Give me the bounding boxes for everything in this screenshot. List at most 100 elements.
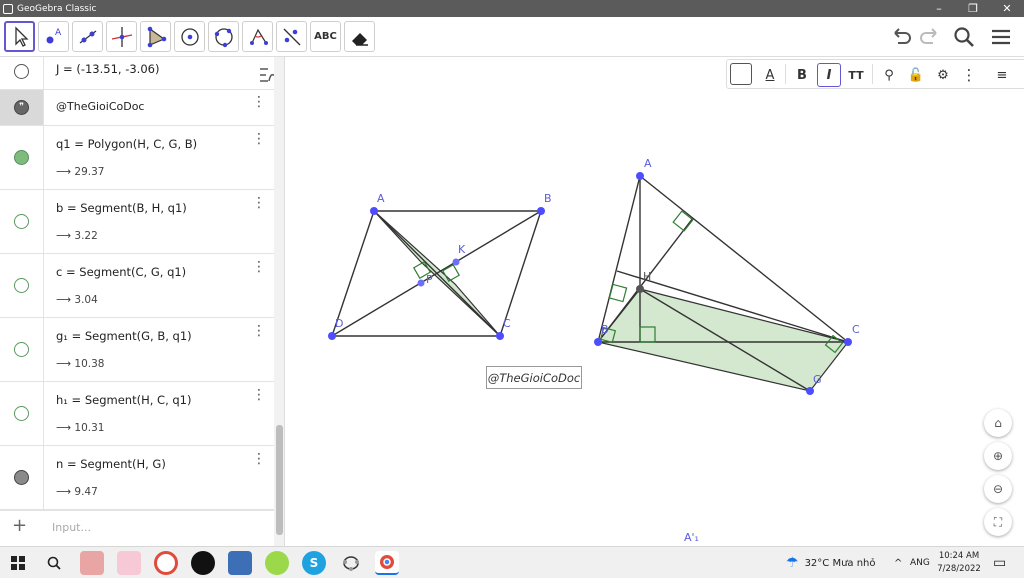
visibility-toggle[interactable] [14, 342, 29, 357]
chrome-active-icon[interactable] [375, 551, 399, 575]
point-B[interactable] [594, 338, 602, 346]
visibility-toggle[interactable] [14, 470, 29, 485]
text-color-button[interactable]: A [758, 63, 782, 87]
scrollbar-thumb[interactable] [276, 425, 283, 535]
gear-icon[interactable]: ⚙ [931, 63, 955, 87]
zoom-in-icon[interactable]: ⊕ [984, 442, 1012, 470]
graphics-menu-icon[interactable]: ≡ [990, 63, 1014, 87]
reflect-tool-button[interactable] [276, 21, 307, 52]
visibility-toggle[interactable] [14, 406, 29, 421]
algebra-definition: b = Segment(B, H, q1) [56, 201, 187, 215]
circle-three-points-icon [214, 27, 233, 47]
algebra-row-g1[interactable]: g₁ = Segment(G, B, q1) ⟶ 10.38 ⋮ [0, 318, 274, 382]
point-B[interactable] [537, 207, 545, 215]
app-icon-1[interactable] [80, 551, 104, 575]
close-button[interactable]: ✕ [990, 0, 1024, 17]
algebra-value: ⟶ 10.38 [56, 358, 105, 370]
geometry-canvas[interactable]: A B C D K P A H B C G A'₁ [292, 57, 1024, 546]
algebra-definition: h₁ = Segment(H, C, q1) [56, 393, 192, 407]
app-icon-2[interactable] [265, 551, 289, 575]
undo-button[interactable] [886, 22, 916, 52]
point-H[interactable] [636, 285, 644, 293]
main-menu-button[interactable] [985, 22, 1017, 52]
algebra-row-h1[interactable]: h₁ = Segment(H, C, q1) ⟶ 10.31 ⋮ [0, 382, 274, 446]
paint-app-icon[interactable] [117, 551, 141, 575]
more-options-icon[interactable]: ⋮ [252, 196, 266, 210]
more-options-icon[interactable]: ⋮ [957, 63, 981, 87]
algebra-definition: @TheGioiCoDoc [56, 100, 145, 113]
lock-icon[interactable]: 🔓 [904, 63, 928, 87]
bold-button[interactable]: B [790, 63, 814, 87]
weather-widget[interactable]: ☂ 32°C Mưa nhỏ [786, 547, 876, 578]
point-icon: A [46, 28, 62, 43]
polygon-tool-button[interactable] [140, 21, 171, 52]
windows-taskbar: S ☂ 32°C Mưa nhỏ ^ ANG 10:24 AM 7/28/202… [0, 546, 1024, 578]
search-icon[interactable] [42, 551, 66, 575]
graphics-view[interactable]: A B C D K P A H B C G A'₁ @TheGioiCoDoc … [292, 57, 1024, 546]
more-options-icon[interactable]: ⋮ [252, 388, 266, 402]
algebra-row-b[interactable]: b = Segment(B, H, q1) ⟶ 3.22 ⋮ [0, 190, 274, 254]
redo-button[interactable] [915, 22, 945, 52]
point-A[interactable] [636, 172, 644, 180]
triangle-figure: A H B C G [594, 157, 860, 395]
background-color-button[interactable] [730, 63, 752, 85]
notification-icon[interactable]: ▭ [993, 547, 1006, 578]
more-options-icon[interactable]: ⋮ [252, 132, 266, 146]
circle-tool-button[interactable] [174, 21, 205, 52]
eraser-tool-button[interactable] [344, 21, 375, 52]
visibility-toggle[interactable] [14, 214, 29, 229]
skype-icon[interactable]: S [302, 551, 326, 575]
point-D[interactable] [328, 332, 336, 340]
point-K[interactable] [452, 258, 460, 266]
algebra-row-text[interactable]: ❞ @TheGioiCoDoc ⋮ [0, 90, 274, 126]
chrome-icon[interactable] [154, 551, 178, 575]
algebra-row-q1[interactable]: q1 = Polygon(H, C, G, B) ⟶ 29.37 ⋮ [0, 126, 274, 190]
restore-button[interactable]: ❐ [956, 0, 990, 17]
point-G[interactable] [806, 387, 814, 395]
more-options-icon[interactable]: ⋮ [252, 324, 266, 338]
algebra-row-c[interactable]: c = Segment(C, G, q1) ⟶ 3.04 ⋮ [0, 254, 274, 318]
plus-icon[interactable]: + [12, 515, 27, 536]
point-C[interactable] [496, 332, 504, 340]
line-tool-button[interactable] [72, 21, 103, 52]
more-options-icon[interactable]: ⋮ [252, 95, 266, 109]
quote-icon[interactable]: ❞ [14, 100, 29, 115]
more-options-icon[interactable]: ⋮ [252, 452, 266, 466]
visibility-toggle[interactable] [14, 64, 29, 79]
algebra-row-n[interactable]: n = Segment(H, G) ⟶ 9.47 ⋮ [0, 446, 274, 510]
point-tool-button[interactable]: A [38, 21, 69, 52]
clock[interactable]: 10:24 AM 7/28/2022 [930, 550, 988, 576]
tiktok-icon[interactable] [191, 551, 215, 575]
text-tool-button[interactable]: ABC [310, 21, 341, 52]
point-P[interactable] [417, 279, 425, 287]
geogebra-app-icon[interactable] [339, 551, 363, 575]
circle-three-points-tool-button[interactable] [208, 21, 239, 52]
home-icon[interactable]: ⌂ [984, 409, 1012, 437]
point-C[interactable] [844, 338, 852, 346]
chevron-up-icon[interactable]: ^ [894, 547, 902, 578]
language-indicator[interactable]: ANG [910, 547, 930, 578]
undo-icon [894, 28, 911, 44]
italic-button[interactable]: I [817, 63, 841, 87]
search-button[interactable] [948, 22, 980, 52]
zoom-out-icon[interactable]: ⊖ [984, 475, 1012, 503]
algebra-row-J[interactable]: J = (-13.51, -3.06) [0, 57, 274, 90]
calculator-icon[interactable] [228, 551, 252, 575]
perpendicular-tool-button[interactable] [106, 21, 137, 52]
pin-icon[interactable]: ⚲ [877, 63, 901, 87]
algebra-scrollbar[interactable] [274, 57, 284, 546]
watermark-text[interactable]: @TheGioiCoDoc [486, 366, 582, 389]
visibility-toggle[interactable] [14, 278, 29, 293]
clock-date: 7/28/2022 [937, 564, 981, 574]
point-tool-label: A [55, 28, 62, 38]
fullscreen-icon[interactable]: ⛶ [984, 508, 1012, 536]
point-A[interactable] [370, 207, 378, 215]
windows-start-icon[interactable] [6, 551, 30, 575]
algebra-input-field[interactable]: Input... [52, 521, 91, 534]
minimize-button[interactable]: – [922, 0, 956, 17]
visibility-toggle[interactable] [14, 150, 29, 165]
text-size-button[interactable]: TT [844, 63, 868, 87]
angle-tool-button[interactable] [242, 21, 273, 52]
more-options-icon[interactable]: ⋮ [252, 260, 266, 274]
move-tool-button[interactable] [4, 21, 35, 52]
